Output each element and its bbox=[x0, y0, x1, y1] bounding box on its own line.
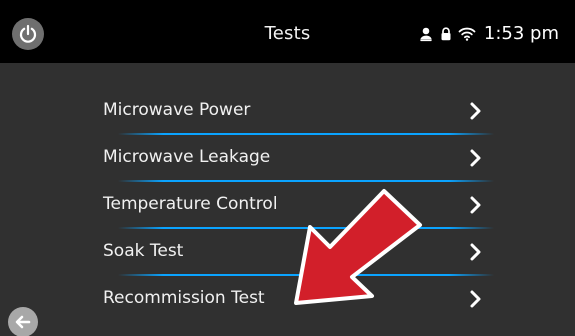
top-bar: Tests 1:53 pm bbox=[0, 0, 575, 63]
tests-menu: Microwave Power Microwave Leakage Temper… bbox=[94, 88, 502, 323]
menu-item-label: Recommission Test bbox=[103, 288, 265, 308]
wifi-icon bbox=[458, 26, 476, 42]
menu-item-label: Microwave Power bbox=[103, 100, 251, 120]
menu-item-label: Temperature Control bbox=[103, 194, 278, 214]
back-button[interactable] bbox=[8, 307, 38, 336]
menu-item-recommission-test[interactable]: Recommission Test bbox=[94, 276, 502, 323]
person-icon bbox=[418, 26, 434, 42]
menu-item-microwave-power[interactable]: Microwave Power bbox=[94, 88, 502, 135]
tests-screen: Tests 1:53 pm Microwave Power Microwave … bbox=[0, 0, 575, 336]
menu-item-label: Soak Test bbox=[103, 241, 184, 261]
menu-item-microwave-leakage[interactable]: Microwave Leakage bbox=[94, 135, 502, 182]
back-arrow-icon bbox=[15, 315, 31, 329]
chevron-right-icon bbox=[468, 240, 484, 264]
chevron-right-icon bbox=[468, 287, 484, 311]
chevron-right-icon bbox=[468, 146, 484, 170]
menu-item-temperature-control[interactable]: Temperature Control bbox=[94, 182, 502, 229]
menu-item-label: Microwave Leakage bbox=[103, 147, 271, 167]
chevron-right-icon bbox=[468, 193, 484, 217]
clock-time: 1:53 pm bbox=[483, 23, 559, 44]
status-area: 1:53 pm bbox=[418, 22, 559, 46]
menu-item-soak-test[interactable]: Soak Test bbox=[94, 229, 502, 276]
chevron-right-icon bbox=[468, 99, 484, 123]
lock-icon bbox=[440, 26, 452, 42]
